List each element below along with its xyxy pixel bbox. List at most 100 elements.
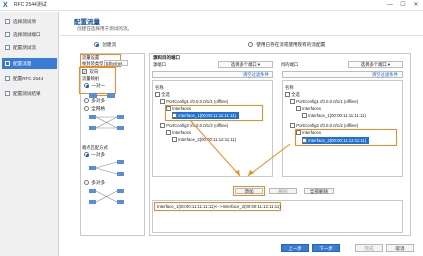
source-tree-item[interactable]: Interfaces [166, 105, 191, 112]
tree-checkbox[interactable]: ✓ [172, 113, 177, 119]
tree-checkbox[interactable] [166, 130, 171, 136]
maximize-button[interactable]: ☐ [397, 1, 409, 9]
cancel-button[interactable]: 取消 [386, 244, 414, 252]
tree-item-label: PortConfig1 //0.0.0.0/1/1 (offline) [296, 99, 359, 104]
use-existing-label: 使用已存在流或使用现有的流配置 [256, 42, 326, 47]
pair-one-to-many-label: 一对多 [91, 152, 106, 157]
step-icon [5, 61, 10, 67]
bidirectional-checkbox[interactable]: ✓ [82, 69, 87, 75]
page-header: 配置流量 创建在选择用于测试的流。 [60, 12, 423, 36]
page-title: 配置流量 [74, 19, 100, 26]
source-port-select[interactable]: 选择多个端口 ▾ [218, 61, 273, 68]
many-to-many-option[interactable]: 多对多 [84, 98, 105, 104]
source-tree-header: 名称 [155, 85, 164, 90]
minimize-button[interactable]: — [384, 1, 396, 9]
tree-item-label: PortConfig1 //0.0.0.0/1/1 (offline) [166, 99, 229, 104]
one-to-one-radio[interactable] [84, 83, 89, 89]
sidebar-item-label: 选择测试端口 [13, 32, 41, 37]
many-to-many-label: 多对多 [91, 98, 106, 103]
port-pair-label: 端点匹配方式 [82, 145, 108, 150]
full-mesh-option[interactable]: 全网格 [84, 106, 105, 112]
pair-many-to-many-option[interactable]: 多对多 [84, 180, 105, 186]
source-port-label: 源端口 [153, 62, 166, 67]
full-mesh-label: 全网格 [91, 106, 106, 111]
sidebar-item-label: 选择测试项 [13, 19, 36, 24]
delete-all-button[interactable]: 全部删除 [304, 188, 334, 194]
full-mesh-diagram [89, 115, 124, 130]
title-bar: X RFC 2544测试 — ☐ ✕ [0, 0, 423, 11]
add-button[interactable]: 添加 [235, 188, 263, 194]
create-stream-radio[interactable] [94, 42, 99, 48]
source-port-select-value: 选择多个端口 [230, 62, 257, 67]
sidebar-item-config-streams[interactable]: 配置测试流 [2, 42, 57, 53]
sidebar-item-label: 配置RFC 2544 [13, 76, 44, 81]
sidebar-item-label: 配置测试结果 [13, 91, 41, 96]
delete-button[interactable]: 删除 [269, 188, 297, 194]
many-to-many-diagram [89, 189, 124, 204]
sidebar-item-select-tests[interactable]: 选择测试项 [2, 16, 57, 27]
sidebar-item-select-ports[interactable]: 选择测试端口 [2, 29, 57, 40]
sidebar-item-label: 配置测试流 [13, 45, 36, 50]
next-button[interactable]: 下一步 [312, 244, 340, 252]
stream-pair-entry[interactable]: Interface_1(00:00:11:11:11:11)<-->Interf… [157, 204, 281, 209]
destination-tree-item[interactable]: Interfaces [296, 105, 321, 112]
sidebar-item-config-rfc2544[interactable]: 配置RFC 2544 [2, 73, 57, 84]
tree-item-label: 全选 [161, 92, 170, 97]
sidebar-item-label: 配置流量 [13, 61, 32, 66]
pair-many-to-many-radio[interactable] [84, 180, 89, 186]
one-to-one-option[interactable]: 一对一 [84, 83, 105, 89]
step-icon [5, 91, 10, 97]
tree-item-label: Interfaces [302, 106, 322, 111]
destination-tree-header: 名称 [285, 85, 294, 90]
tree-checkbox[interactable] [160, 123, 165, 129]
frame-type-value: Ethernet [106, 61, 123, 66]
create-stream-label: 创建流 [102, 42, 117, 47]
prev-button[interactable]: 上一步 [281, 244, 309, 252]
step-icon [5, 19, 10, 25]
tree-item-label: Interfaces [172, 106, 192, 111]
step-icon [5, 32, 10, 38]
destination-port-label: 目的端口 [281, 62, 299, 67]
pair-many-to-many-label: 多对多 [91, 180, 106, 185]
destination-port-select-value: 选择多个端口 [360, 62, 387, 67]
destination-tree-item[interactable]: PortConfig1 //0.0.0.0/1/1 (offline) [290, 98, 358, 105]
tree-checkbox[interactable] [166, 106, 171, 112]
use-existing-radio[interactable] [248, 42, 253, 48]
port-node-icon [107, 93, 115, 98]
pair-one-to-many-radio[interactable] [84, 152, 89, 158]
sidebar-item-config-traffic[interactable]: 配置流量 [2, 58, 57, 69]
mapping-label: 流量映射 [82, 76, 100, 81]
full-mesh-radio[interactable] [84, 106, 89, 112]
tree-checkbox[interactable] [296, 106, 301, 112]
app-logo: X [3, 2, 8, 9]
use-existing-option[interactable]: 使用已存在流或使用现有的流配置 [248, 42, 325, 48]
create-stream-option[interactable]: 创建流 [94, 42, 116, 48]
tree-checkbox[interactable] [172, 137, 177, 143]
source-tree-item[interactable]: 全选 [155, 91, 170, 98]
close-button[interactable]: ✕ [410, 1, 422, 9]
finish-button[interactable]: 完成 [355, 244, 383, 252]
bidirectional-option[interactable]: ✓ 双向 [82, 69, 98, 75]
bidirectional-label: 双向 [89, 69, 99, 74]
frame-type-select[interactable]: Ethernet [104, 60, 128, 66]
source-filter-clear-link[interactable]: 清空过滤条件 [243, 72, 269, 78]
tree-checkbox[interactable] [160, 99, 165, 105]
sidebar: 选择测试项 选择测试端口 配置测试流 配置流量 配置RFC 2544 配置测试结… [0, 12, 59, 256]
annotation-arrows [189, 119, 291, 177]
destination-tree-item[interactable]: 全选 [285, 91, 300, 98]
tree-item-label: 全选 [291, 92, 300, 97]
tree-checkbox[interactable] [285, 92, 290, 98]
one-to-one-label: 一对一 [91, 83, 106, 88]
source-tree-item[interactable]: PortConfig1 //0.0.0.0/1/1 (offline) [160, 98, 228, 105]
one-to-many-diagram [89, 160, 124, 176]
step-icon [5, 76, 10, 82]
ports-panel-title: 源和目的端口 [153, 55, 180, 60]
step-icon [5, 45, 10, 51]
tree-checkbox[interactable] [290, 99, 295, 105]
page-subtitle: 创建在选择用于测试的流。 [77, 26, 133, 31]
destination-port-select[interactable]: 选择多个端口 ▾ [348, 61, 403, 68]
destination-filter-clear-link[interactable]: 清空过滤条件 [372, 72, 398, 78]
tree-checkbox[interactable] [155, 92, 160, 98]
many-to-many-radio[interactable] [84, 98, 89, 104]
sidebar-item-config-results[interactable]: 配置测试结果 [2, 88, 57, 99]
